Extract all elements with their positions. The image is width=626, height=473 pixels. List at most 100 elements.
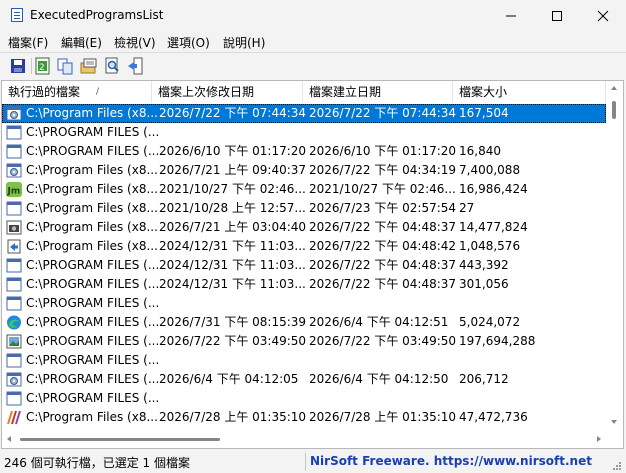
cell-size: 301,056 bbox=[459, 277, 509, 291]
cell-file: C:\PROGRAM FILES (... bbox=[26, 391, 160, 405]
scroll-down-arrow[interactable] bbox=[611, 420, 617, 424]
cell-created: 2026/7/22 下午 04:34:19 bbox=[309, 163, 457, 177]
cell-created: 2021/10/27 下午 02:46... bbox=[309, 182, 456, 196]
table-row[interactable]: C:\PROGRAM FILES (... bbox=[2, 389, 606, 408]
cell-modified: 2026/6/4 下午 04:12:05 bbox=[159, 372, 299, 386]
column-header-modified[interactable]: 檔案上次修改日期 bbox=[152, 81, 303, 103]
menu-file[interactable]: 檔案(F) bbox=[8, 34, 48, 51]
minimize-button[interactable] bbox=[488, 0, 534, 31]
cell-size: 197,694,288 bbox=[459, 334, 536, 348]
table-row[interactable]: C:\PROGRAM FILES (... 2026/6/4 下午 04:12:0… bbox=[2, 370, 606, 389]
cell-modified: 2026/7/22 下午 03:49:50 bbox=[159, 334, 307, 348]
horizontal-scrollbar[interactable] bbox=[2, 430, 606, 448]
table-row[interactable]: C:\Program Files (x8... 2021/10/28 上午 12:… bbox=[2, 199, 606, 218]
save-button[interactable] bbox=[9, 57, 27, 75]
maximize-button[interactable] bbox=[534, 0, 580, 31]
minimize-icon bbox=[506, 15, 516, 16]
status-bar: 246 個可執行檔，已選定 1 個檔案 NirSoft Freeware. ht… bbox=[0, 451, 626, 473]
cell-size: 443,392 bbox=[459, 258, 509, 272]
cell-modified: 2021/10/27 下午 02:46... bbox=[159, 182, 306, 196]
status-count: 246 個可執行檔，已選定 1 個檔案 bbox=[4, 456, 190, 470]
table-row[interactable]: C:\PROGRAM FILES (... 2024/12/31 下午 11:03… bbox=[2, 256, 606, 275]
copy-icon bbox=[57, 58, 73, 75]
table-row[interactable]: C:\Program Files (x8... 2026/7/22 下午 07:4… bbox=[2, 104, 606, 123]
cell-file: C:\PROGRAM FILES (... bbox=[26, 315, 160, 329]
table-row[interactable]: C:\PROGRAM FILES (... bbox=[2, 294, 606, 313]
programs-listview[interactable]: 執行過的檔案 / 檔案上次修改日期 檔案建立日期 檔案大小 C:\Program… bbox=[1, 80, 624, 449]
cell-created: 2026/7/28 上午 01:35:10 bbox=[309, 410, 457, 424]
cell-created: 2026/7/22 下午 04:48:37 bbox=[309, 258, 457, 272]
title-bar[interactable]: ExecutedProgramsList bbox=[0, 0, 626, 31]
column-header-file[interactable]: 執行過的檔案 / bbox=[2, 81, 152, 103]
table-row[interactable]: C:\Program Files (x8... 2026/7/21 上午 09:4… bbox=[2, 161, 606, 180]
cell-file: C:\PROGRAM FILES (... bbox=[26, 125, 160, 139]
table-row[interactable]: C:\Program Files (x8... 2026/7/28 上午 01:3… bbox=[2, 408, 606, 427]
cell-file: C:\Program Files (x8... bbox=[26, 182, 158, 196]
cell-size: 27 bbox=[459, 201, 475, 215]
cell-file: C:\Program Files (x8... bbox=[26, 163, 158, 177]
cell-size: 167,504 bbox=[459, 106, 509, 120]
cell-file: C:\PROGRAM FILES (... bbox=[26, 372, 160, 386]
menu-bar: 檔案(F) 編輯(E) 檢視(V) 選項(O) 說明(H) bbox=[0, 31, 626, 51]
cell-created: 2026/7/22 下午 04:48:37 bbox=[309, 220, 457, 234]
cell-size: 16,840 bbox=[459, 144, 501, 158]
table-row[interactable]: Jm C:\Program Files (x8... 2021/10/27 下午 0… bbox=[2, 180, 606, 199]
cell-file: C:\Program Files (x8... bbox=[26, 220, 158, 234]
cell-file: C:\PROGRAM FILES (... bbox=[26, 353, 160, 367]
cell-file: C:\PROGRAM FILES (... bbox=[26, 277, 160, 291]
list-rows: C:\Program Files (x8... 2026/7/22 下午 07:4… bbox=[2, 104, 606, 430]
cell-file: C:\Program Files (x8... bbox=[26, 239, 158, 253]
menu-options[interactable]: 選項(O) bbox=[167, 34, 210, 51]
horizontal-scroll-thumb[interactable] bbox=[20, 438, 220, 441]
vertical-scroll-thumb[interactable] bbox=[612, 101, 616, 119]
cell-modified: 2024/12/31 下午 11:03... bbox=[159, 258, 306, 272]
find-button[interactable] bbox=[103, 57, 121, 75]
sort-indicator: / bbox=[96, 87, 100, 97]
find-icon bbox=[105, 57, 119, 74]
menu-view[interactable]: 檢視(V) bbox=[114, 34, 156, 51]
table-row[interactable]: C:\PROGRAM FILES (... 2026/6/10 下午 01:17:… bbox=[2, 142, 606, 161]
copy-button[interactable] bbox=[56, 57, 74, 75]
table-row[interactable]: C:\PROGRAM FILES (... 2024/12/31 下午 11:03… bbox=[2, 275, 606, 294]
cell-file: C:\PROGRAM FILES (... bbox=[26, 258, 160, 272]
app-icon bbox=[11, 8, 23, 22]
scroll-up-arrow[interactable] bbox=[611, 86, 617, 90]
cell-size: 1,048,576 bbox=[459, 239, 521, 253]
cell-size: 5,024,072 bbox=[459, 315, 521, 329]
toolbar: 2 bbox=[0, 52, 626, 80]
cell-size: 47,472,736 bbox=[459, 410, 528, 424]
cell-modified: 2026/7/31 下午 08:15:39 bbox=[159, 315, 307, 329]
table-row[interactable]: C:\PROGRAM FILES (... 2026/7/31 下午 08:15:… bbox=[2, 313, 606, 332]
table-row[interactable]: C:\PROGRAM FILES (... bbox=[2, 123, 606, 142]
cell-file: C:\Program Files (x8... bbox=[26, 201, 158, 215]
refresh-icon: 2 bbox=[35, 57, 50, 75]
scroll-right-arrow[interactable] bbox=[597, 436, 601, 442]
table-row[interactable]: C:\PROGRAM FILES (... 2026/7/22 下午 03:49:… bbox=[2, 332, 606, 351]
cell-created: 2026/7/23 下午 02:57:54 bbox=[309, 201, 457, 215]
vertical-scrollbar[interactable] bbox=[606, 81, 623, 430]
cell-modified: 2024/12/31 下午 11:03... bbox=[159, 239, 306, 253]
column-header-created[interactable]: 檔案建立日期 bbox=[303, 81, 453, 103]
table-row[interactable]: C:\Program Files (x8... 2026/7/21 上午 03:0… bbox=[2, 218, 606, 237]
properties-button[interactable] bbox=[80, 57, 98, 75]
resize-grip-icon[interactable] bbox=[612, 461, 622, 471]
menu-help[interactable]: 說明(H) bbox=[223, 34, 265, 51]
refresh-button[interactable]: 2 bbox=[34, 57, 52, 75]
cell-size: 7,400,088 bbox=[459, 163, 521, 177]
table-row[interactable]: C:\PROGRAM FILES (... bbox=[2, 351, 606, 370]
toolbar-separator bbox=[31, 58, 32, 74]
menu-edit[interactable]: 編輯(E) bbox=[61, 34, 102, 51]
cell-modified: 2024/12/31 下午 11:03... bbox=[159, 277, 306, 291]
cell-created: 2026/6/10 下午 01:17:20 bbox=[309, 144, 457, 158]
window-title: ExecutedProgramsList bbox=[30, 8, 164, 22]
nirsoft-link[interactable]: NirSoft Freeware. https://www.nirsoft.ne… bbox=[310, 454, 592, 468]
close-button[interactable] bbox=[580, 0, 626, 31]
column-header-size[interactable]: 檔案大小 bbox=[453, 81, 606, 103]
cell-modified: 2026/6/10 下午 01:17:20 bbox=[159, 144, 307, 158]
cell-created: 2026/7/22 下午 04:48:42 bbox=[309, 239, 457, 253]
exit-button[interactable] bbox=[126, 57, 144, 75]
cell-created: 2026/7/22 下午 03:49:50 bbox=[309, 334, 457, 348]
scroll-left-arrow[interactable] bbox=[7, 436, 11, 442]
table-row[interactable]: C:\Program Files (x8... 2024/12/31 下午 11:… bbox=[2, 237, 606, 256]
column-header-label: 執行過的檔案 bbox=[8, 85, 81, 99]
